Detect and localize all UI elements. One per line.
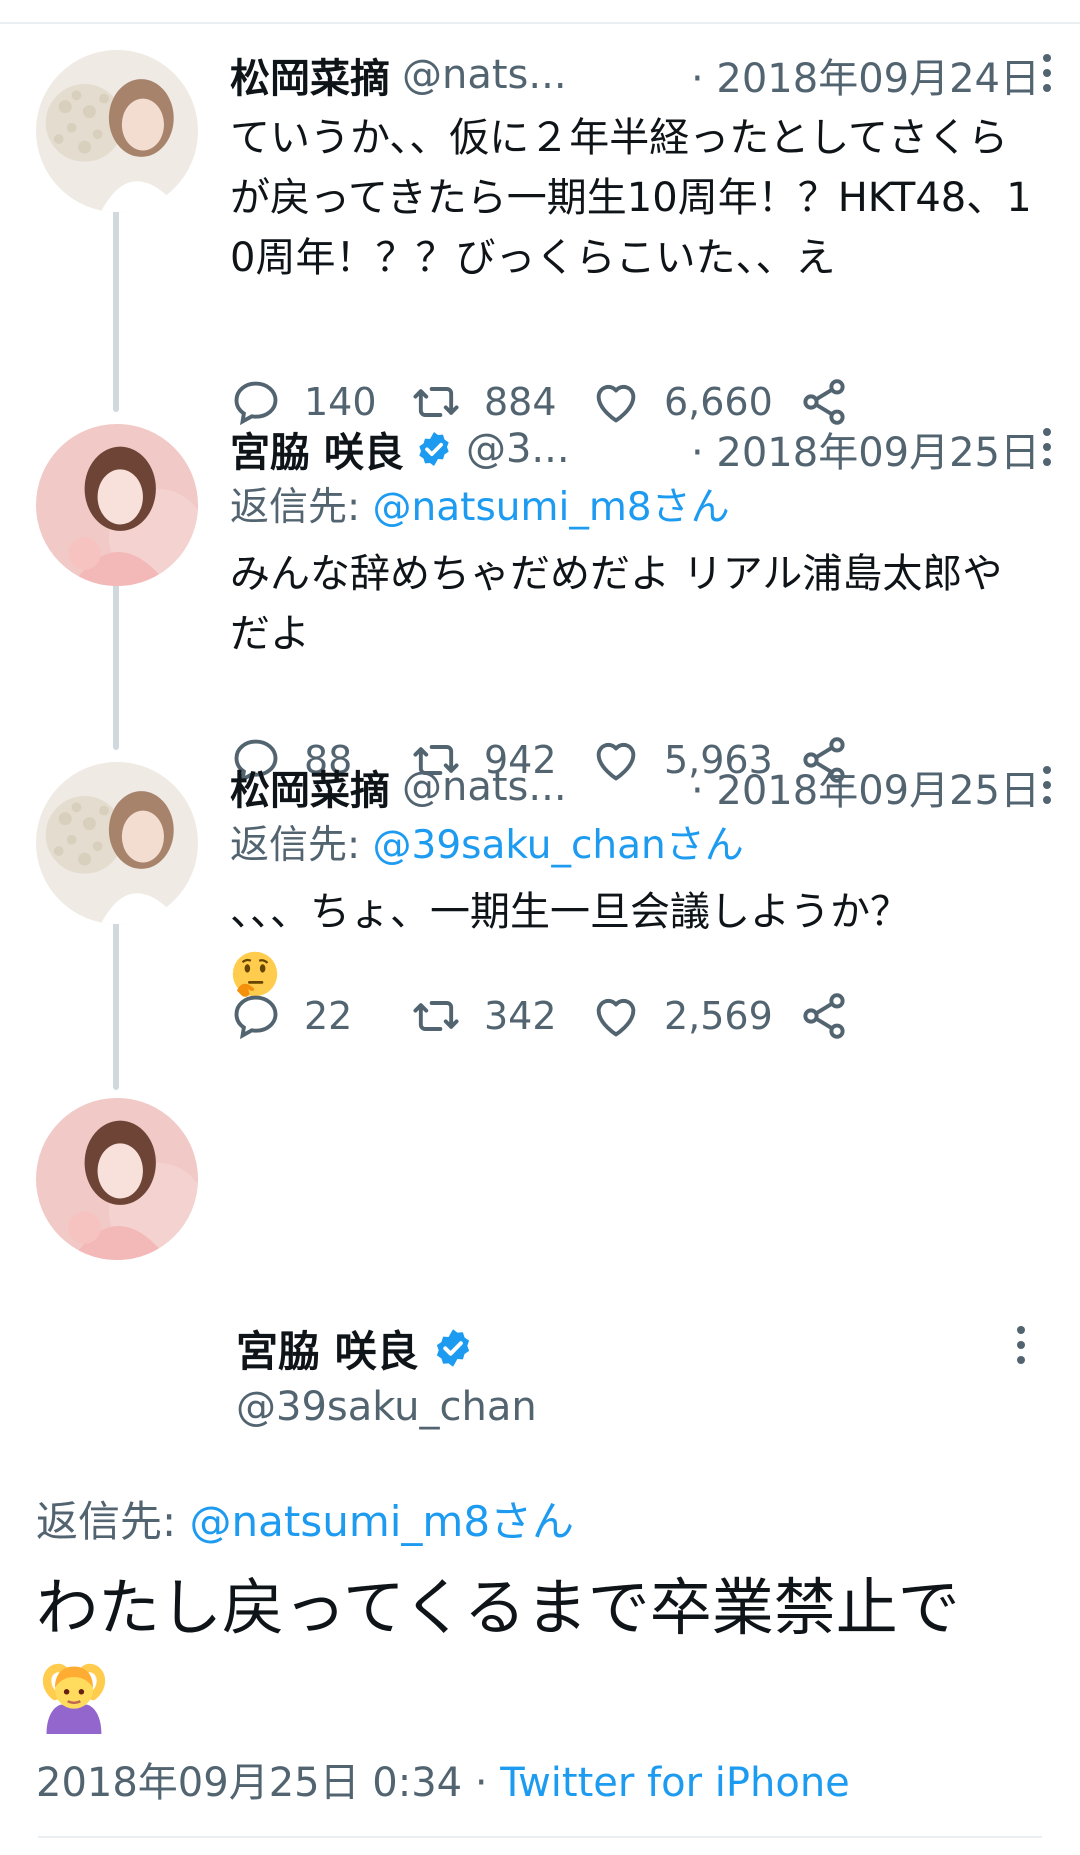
reply-label: 返信先: xyxy=(36,1497,190,1546)
tweet[interactable]: 松岡菜摘 @nats... · 2018年09月25日 返信先: @39saku… xyxy=(230,758,1051,1040)
main-tweet-text: わたし戻ってくるまで卒業禁止で xyxy=(36,1571,960,1644)
share-button[interactable] xyxy=(798,986,872,1046)
avatar-image xyxy=(36,762,198,924)
more-icon[interactable] xyxy=(1032,50,1062,96)
tweet-actions: 22 342 2,569 xyxy=(230,986,930,1046)
reply-mention-link[interactable]: @natsumi_m8さん xyxy=(190,1497,575,1546)
avatar[interactable] xyxy=(36,762,198,924)
retweet-icon xyxy=(413,1001,459,1031)
heart-icon xyxy=(596,998,636,1037)
tweet-text-block: 、、、ちょ、一期生一旦会議しようか？ xyxy=(230,882,1040,1002)
share-icon xyxy=(803,993,845,1039)
reply-context: 返信先: @natsumi_m8さん xyxy=(230,478,1040,538)
display-name[interactable]: 松岡菜摘 xyxy=(230,46,390,104)
tweet-text: ていうか、、仮に２年半経ったとしてさくらが戻ってきたら一期生10周年！？HKT4… xyxy=(230,115,1032,281)
verified-badge-icon xyxy=(431,1326,475,1370)
tweet-header: 松岡菜摘 @nats... · 2018年09月24日 xyxy=(230,46,1040,104)
display-name[interactable]: 松岡菜摘 xyxy=(230,758,390,816)
user-handle[interactable]: @nats... xyxy=(402,52,567,98)
avatar-image xyxy=(36,50,198,212)
user-handle[interactable]: @nats... xyxy=(402,764,567,810)
avatar-image xyxy=(36,1098,198,1260)
display-name[interactable]: 宮脇 咲良 xyxy=(230,420,404,478)
retweet-count: 884 xyxy=(484,380,557,424)
reply-context: 返信先: @39saku_chanさん xyxy=(230,816,1040,876)
reply-mention-link[interactable]: @natsumi_m8さん xyxy=(373,485,730,530)
like-count: 6,660 xyxy=(664,380,773,424)
more-icon[interactable] xyxy=(1032,762,1062,808)
thread-line xyxy=(113,186,119,412)
tweet-header: 宮脇 咲良 @3... · 2018年09月25日 xyxy=(230,420,1040,478)
reply-icon xyxy=(234,995,278,1040)
retweet-button[interactable]: 342 xyxy=(410,986,557,1046)
bottom-divider xyxy=(38,1836,1042,1838)
tweet[interactable]: 宮脇 咲良 @3... · 2018年09月25日 返信先: @natsumi_… xyxy=(230,420,1051,784)
display-name[interactable]: 宮脇 咲良 xyxy=(236,1318,419,1379)
tweet-text: 、、、ちょ、一期生一旦会議しようか？ xyxy=(230,889,910,935)
tweet[interactable]: 松岡菜摘 @nats... · 2018年09月24日 ていうか、、仮に２年半経… xyxy=(230,46,1051,426)
main-author-row[interactable]: 宮脇 咲良 xyxy=(236,1318,475,1378)
thread-line xyxy=(113,904,119,1090)
avatar[interactable] xyxy=(36,1098,198,1260)
avatar[interactable] xyxy=(36,50,198,212)
tweet-metadata: 2018年09月25日 0:34 · Twitter for iPhone xyxy=(36,1750,850,1808)
more-icon[interactable] xyxy=(1032,424,1062,470)
more-icon[interactable] xyxy=(1006,1322,1036,1368)
source-client-link[interactable]: Twitter for iPhone xyxy=(500,1760,850,1806)
like-button[interactable]: 2,569 xyxy=(590,986,773,1046)
retweet-count: 342 xyxy=(484,994,557,1038)
verified-badge-icon xyxy=(414,429,454,469)
main-tweet-text-block: わたし戻ってくるまで卒業禁止で xyxy=(36,1566,1046,1734)
tweet-date[interactable]: · 2018年09月24日 xyxy=(691,46,1040,104)
top-divider xyxy=(0,22,1080,24)
user-handle[interactable]: @3... xyxy=(466,426,570,472)
reply-button[interactable]: 22 xyxy=(230,986,352,1046)
avatar-image xyxy=(36,424,198,586)
tweet-text: みんな辞めちゃだめだよ リアル浦島太郎やだよ xyxy=(230,551,1003,657)
reply-context: 返信先: @natsumi_m8さん xyxy=(36,1488,574,1549)
like-count: 2,569 xyxy=(664,994,773,1038)
reply-mention-link[interactable]: @39saku_chanさん xyxy=(373,823,744,868)
avatar[interactable] xyxy=(36,424,198,586)
person-gesturing-ok-emoji xyxy=(36,1658,112,1734)
reply-label: 返信先: xyxy=(230,823,373,868)
reply-count: 22 xyxy=(304,994,353,1038)
tweet-header: 松岡菜摘 @nats... · 2018年09月25日 xyxy=(230,758,1040,816)
tweet-date[interactable]: · 2018年09月25日 xyxy=(691,420,1040,478)
reply-label: 返信先: xyxy=(230,485,373,530)
tweet-timestamp[interactable]: 2018年09月25日 0:34 · xyxy=(36,1760,500,1806)
thread-line xyxy=(113,566,119,750)
user-handle[interactable]: @39saku_chan xyxy=(236,1384,537,1430)
tweet-date[interactable]: · 2018年09月25日 xyxy=(691,758,1040,816)
reply-count: 140 xyxy=(304,380,377,424)
